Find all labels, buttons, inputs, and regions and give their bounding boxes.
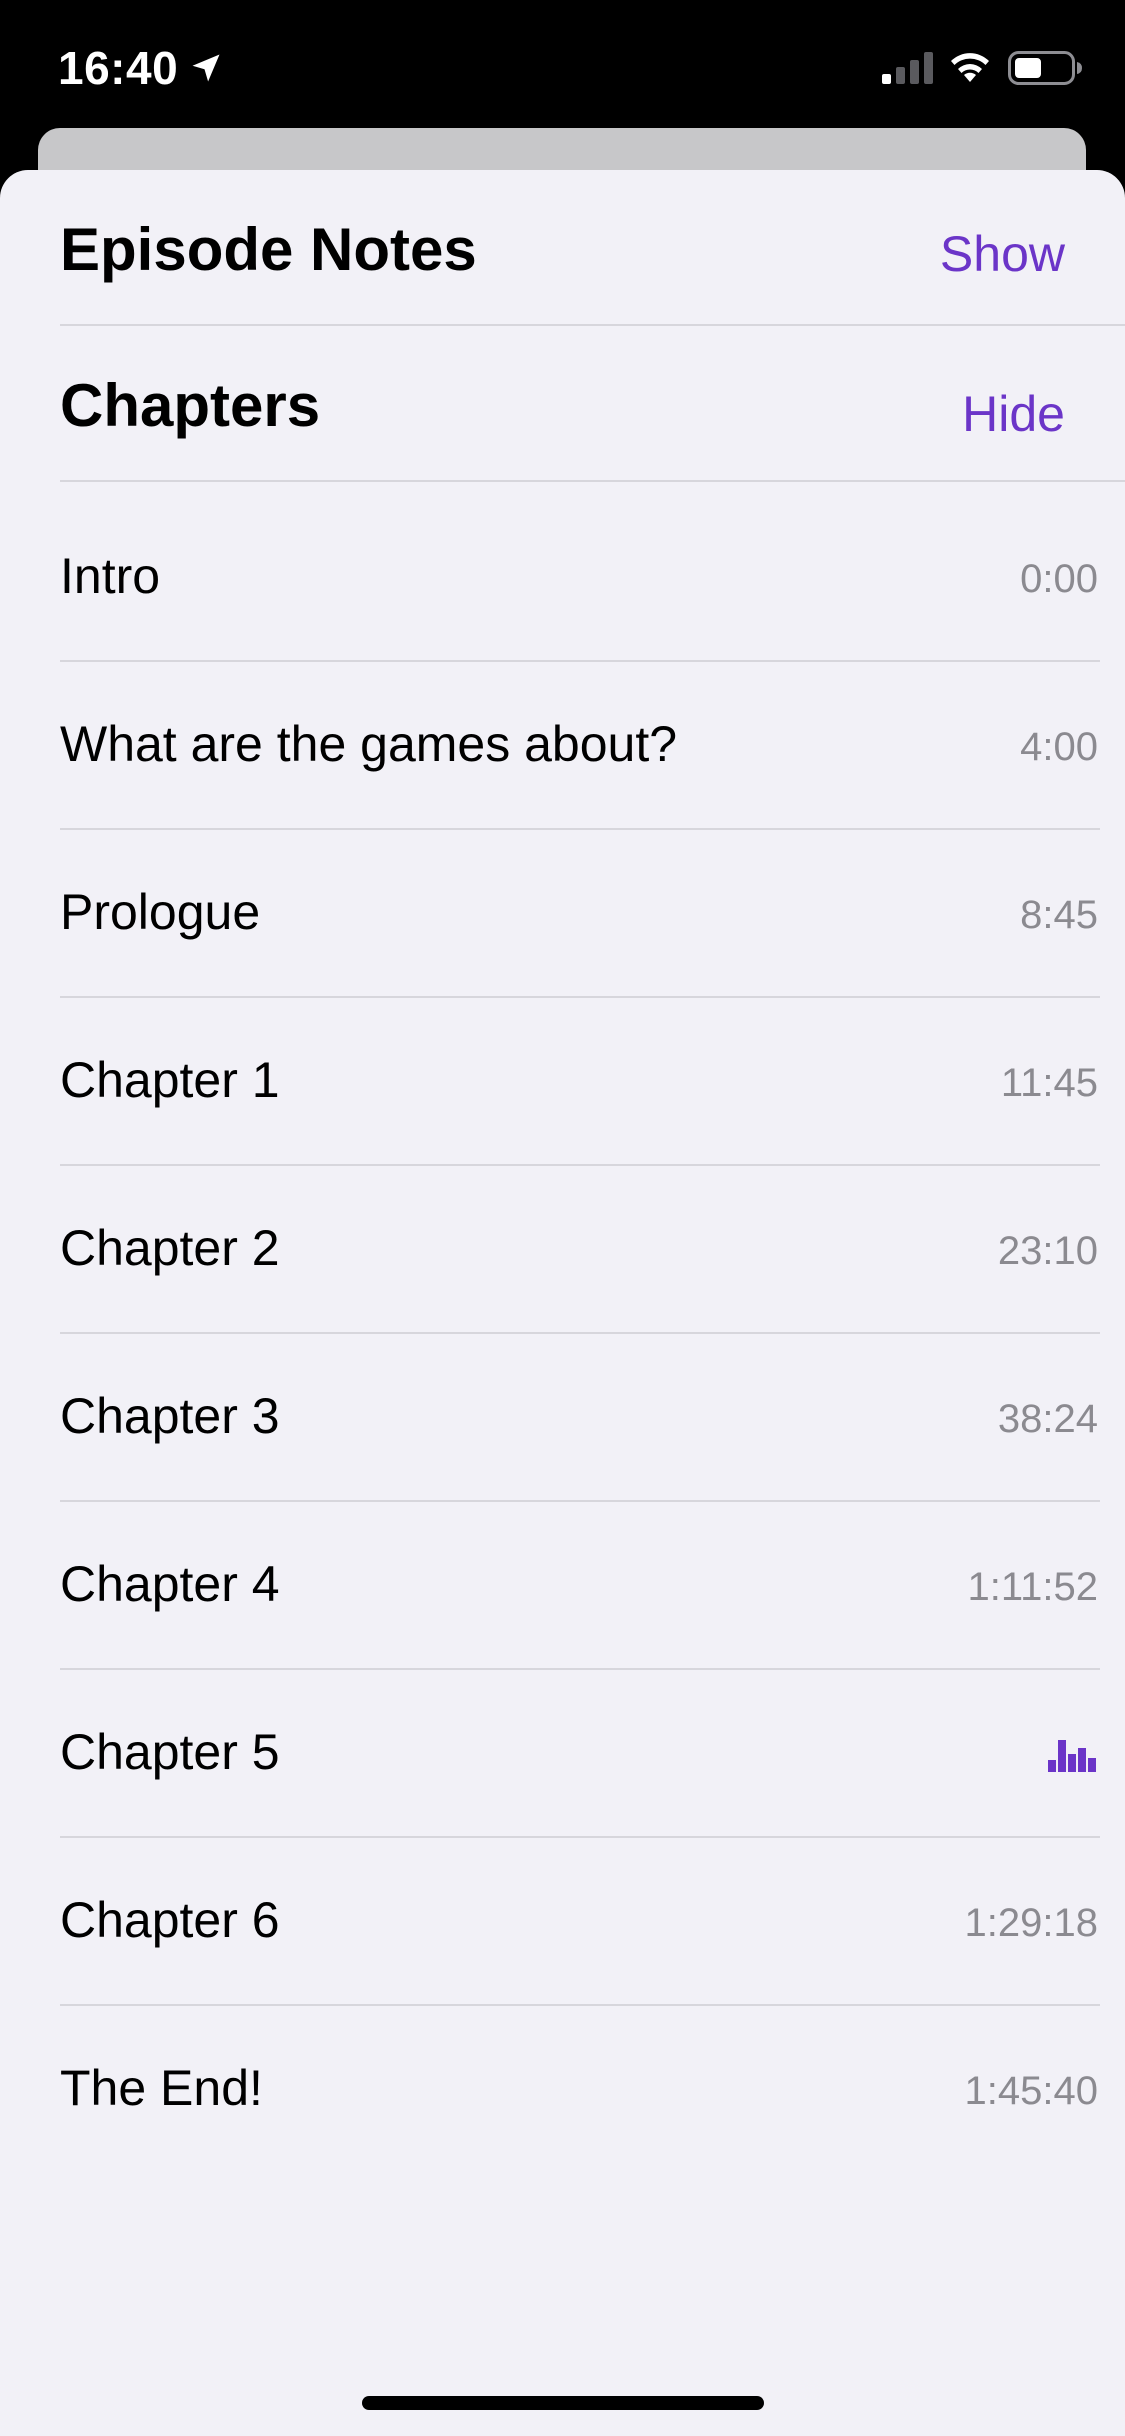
chapter-time: 38:24 (997, 1397, 1098, 1441)
chapter-time: 1:11:52 (967, 1565, 1099, 1609)
now-playing-bars-icon (1048, 1740, 1096, 1772)
chapter-title: Prologue (60, 884, 261, 940)
chapter-title: Chapter 1 (60, 1052, 280, 1108)
episode-notes-title: Episode Notes (60, 216, 477, 283)
chapter-time: 8:45 (1020, 893, 1098, 937)
show-notes-button[interactable]: Show (940, 224, 1065, 284)
chapters-header: Chapters Hide (60, 326, 1125, 482)
status-bar: 16:40 (0, 0, 1125, 130)
battery-icon (1008, 51, 1082, 85)
chapter-title: Chapter 4 (60, 1556, 280, 1612)
chapter-row[interactable]: Intro 0:00 (60, 494, 1100, 662)
chapter-title: Chapter 2 (60, 1220, 280, 1276)
chapter-time: 1:29:18 (964, 1901, 1098, 1945)
chapter-list: Intro 0:00 What are the games about? 4:0… (60, 494, 1100, 2174)
wifi-icon (951, 53, 989, 82)
cellular-signal-icon (882, 52, 933, 84)
chapter-row[interactable]: Chapter 2 23:10 (60, 1166, 1100, 1334)
chapters-title: Chapters (60, 372, 321, 439)
chapter-time: 0:00 (1020, 557, 1098, 601)
chapter-time: 11:45 (1000, 1061, 1098, 1105)
chapter-row[interactable]: Chapter 1 11:45 (60, 998, 1100, 1166)
chapter-row[interactable]: Chapter 4 1:11:52 (60, 1502, 1100, 1670)
chapter-time: 23:10 (997, 1229, 1098, 1273)
chapter-time: 1:45:40 (964, 2069, 1098, 2113)
chapter-title: Chapter 6 (60, 1892, 280, 1948)
home-indicator[interactable] (362, 2396, 764, 2410)
chapter-title: The End! (60, 2060, 263, 2116)
hide-chapters-button[interactable]: Hide (962, 384, 1065, 444)
chapter-title: Chapter 5 (60, 1724, 280, 1780)
chapter-row[interactable]: The End! 1:45:40 (60, 2006, 1100, 2174)
chapter-title: What are the games about? (60, 716, 678, 772)
chapter-title: Chapter 3 (60, 1388, 280, 1444)
chapter-row[interactable]: Chapter 3 38:24 (60, 1334, 1100, 1502)
chapter-row[interactable]: What are the games about? 4:00 (60, 662, 1100, 830)
chapter-title: Intro (60, 548, 161, 604)
chapter-row-now-playing[interactable]: Chapter 5 (60, 1670, 1100, 1838)
chapter-row[interactable]: Prologue 8:45 (60, 830, 1100, 998)
episode-notes-header: Episode Notes Show (60, 170, 1125, 326)
status-time: 16:40 (58, 42, 179, 94)
location-arrow-icon (192, 54, 220, 82)
chapter-row[interactable]: Chapter 6 1:29:18 (60, 1838, 1100, 2006)
chapter-time: 4:00 (1020, 725, 1098, 769)
